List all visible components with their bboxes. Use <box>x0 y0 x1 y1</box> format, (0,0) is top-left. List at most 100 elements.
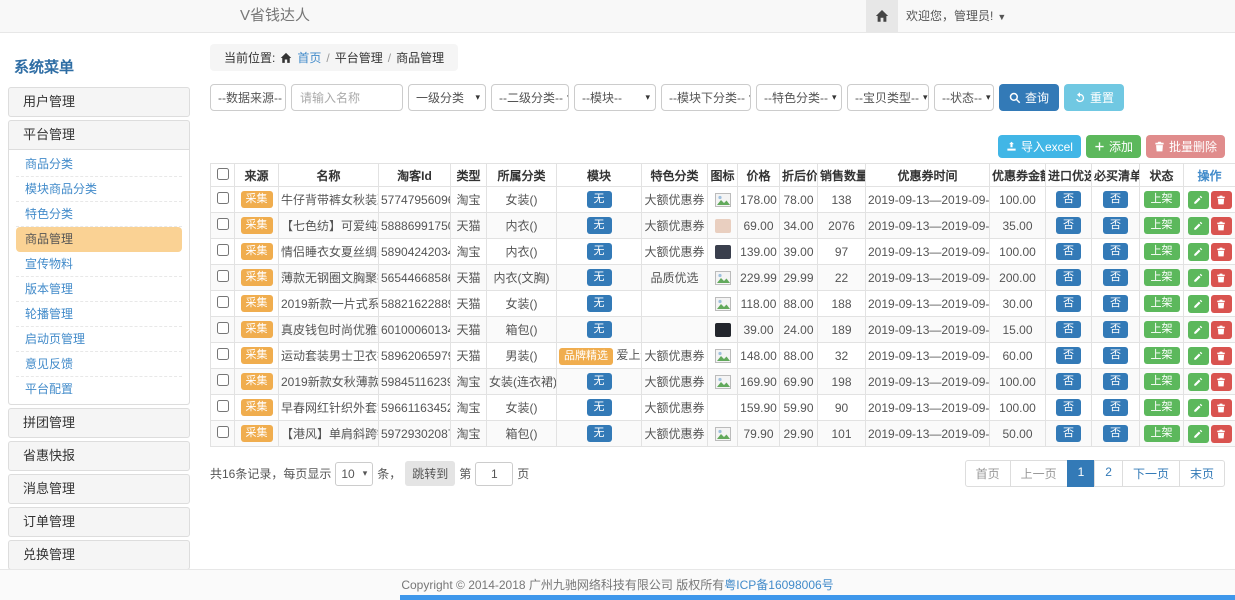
sidebar-group-header-2[interactable]: 拼团管理 <box>9 409 189 437</box>
delete-button[interactable] <box>1211 269 1232 287</box>
status-badge[interactable]: 上架 <box>1144 295 1180 313</box>
home-shortcut-button[interactable] <box>866 0 898 32</box>
import-select-toggle[interactable]: 否 <box>1056 425 1081 443</box>
delete-button[interactable] <box>1211 295 1232 313</box>
must-buy-toggle[interactable]: 否 <box>1103 295 1128 313</box>
must-buy-toggle[interactable]: 否 <box>1103 347 1128 365</box>
edit-button[interactable] <box>1188 295 1209 313</box>
delete-button[interactable] <box>1211 321 1232 339</box>
sidebar-group-header-4[interactable]: 消息管理 <box>9 475 189 503</box>
page-button-上一页[interactable]: 上一页 <box>1010 460 1068 487</box>
row-checkbox[interactable] <box>217 348 229 360</box>
row-checkbox[interactable] <box>217 322 229 334</box>
search-button[interactable]: 查询 <box>999 84 1059 111</box>
filter-select[interactable]: --特色分类--▾ <box>756 84 842 111</box>
filter-select[interactable]: --模块--▾ <box>574 84 656 111</box>
filter-select[interactable]: --宝贝类型--▾ <box>847 84 929 111</box>
filter-select[interactable]: --二级分类--▾ <box>491 84 569 111</box>
sidebar-item[interactable]: 平台配置 <box>16 377 182 402</box>
name-search-input[interactable] <box>291 84 403 111</box>
must-buy-toggle[interactable]: 否 <box>1103 217 1128 235</box>
page-button-下一页[interactable]: 下一页 <box>1122 460 1180 487</box>
edit-button[interactable] <box>1188 217 1209 235</box>
must-buy-toggle[interactable]: 否 <box>1103 373 1128 391</box>
jump-page-input[interactable] <box>475 462 513 486</box>
sidebar-group-header-6[interactable]: 兑换管理 <box>9 541 189 569</box>
add-button[interactable]: 添加 <box>1086 135 1141 158</box>
delete-button[interactable] <box>1211 217 1232 235</box>
row-checkbox[interactable] <box>217 192 229 204</box>
delete-button[interactable] <box>1211 373 1232 391</box>
import-select-toggle[interactable]: 否 <box>1056 191 1081 209</box>
delete-button[interactable] <box>1211 243 1232 261</box>
import-select-toggle[interactable]: 否 <box>1056 269 1081 287</box>
reset-button[interactable]: 重置 <box>1064 84 1124 111</box>
sidebar-item[interactable]: 模块商品分类 <box>16 177 182 202</box>
row-checkbox[interactable] <box>217 244 229 256</box>
page-button-1[interactable]: 1 <box>1067 460 1096 487</box>
sidebar-item[interactable]: 启动页管理 <box>16 327 182 352</box>
row-checkbox[interactable] <box>217 400 229 412</box>
import-select-toggle[interactable]: 否 <box>1056 321 1081 339</box>
jump-button[interactable]: 跳转到 <box>405 461 455 486</box>
filter-select[interactable]: 一级分类▾ <box>408 84 486 111</box>
per-page-select[interactable]: 10▾ <box>335 462 373 486</box>
status-badge[interactable]: 上架 <box>1144 347 1180 365</box>
must-buy-toggle[interactable]: 否 <box>1103 399 1128 417</box>
sidebar-item[interactable]: 意见反馈 <box>16 352 182 377</box>
edit-button[interactable] <box>1188 373 1209 391</box>
edit-button[interactable] <box>1188 269 1209 287</box>
filter-select[interactable]: --状态--▾ <box>934 84 994 111</box>
must-buy-toggle[interactable]: 否 <box>1103 425 1128 443</box>
edit-button[interactable] <box>1188 425 1209 443</box>
status-badge[interactable]: 上架 <box>1144 269 1180 287</box>
sidebar-group-header-0[interactable]: 用户管理 <box>9 88 189 116</box>
delete-button[interactable] <box>1211 347 1232 365</box>
filter-select[interactable]: --数据来源--▾ <box>210 84 286 111</box>
status-badge[interactable]: 上架 <box>1144 217 1180 235</box>
import-excel-button[interactable]: 导入excel <box>998 135 1081 158</box>
sidebar-item[interactable]: 特色分类 <box>16 202 182 227</box>
delete-button[interactable] <box>1211 399 1232 417</box>
import-select-toggle[interactable]: 否 <box>1056 243 1081 261</box>
page-button-首页[interactable]: 首页 <box>965 460 1011 487</box>
must-buy-toggle[interactable]: 否 <box>1103 191 1128 209</box>
delete-button[interactable] <box>1211 191 1232 209</box>
must-buy-toggle[interactable]: 否 <box>1103 243 1128 261</box>
sidebar-group-header-1[interactable]: 平台管理 <box>9 121 189 149</box>
row-checkbox[interactable] <box>217 426 229 438</box>
user-menu[interactable]: 欢迎您，管理员!▼ <box>906 0 1006 33</box>
icp-link[interactable]: 粤ICP备16098006号 <box>724 578 833 592</box>
edit-button[interactable] <box>1188 399 1209 417</box>
sidebar-item[interactable]: 宣传物料 <box>16 252 182 277</box>
edit-button[interactable] <box>1188 321 1209 339</box>
sidebar-item[interactable]: 商品分类 <box>16 152 182 177</box>
must-buy-toggle[interactable]: 否 <box>1103 321 1128 339</box>
status-badge[interactable]: 上架 <box>1144 399 1180 417</box>
sidebar-group-header-5[interactable]: 订单管理 <box>9 508 189 536</box>
sidebar-group-header-3[interactable]: 省惠快报 <box>9 442 189 470</box>
import-select-toggle[interactable]: 否 <box>1056 217 1081 235</box>
delete-button[interactable] <box>1211 425 1232 443</box>
page-button-末页[interactable]: 末页 <box>1179 460 1225 487</box>
row-checkbox[interactable] <box>217 296 229 308</box>
row-checkbox[interactable] <box>217 374 229 386</box>
filter-select[interactable]: --模块下分类--▾ <box>661 84 751 111</box>
sidebar-item[interactable]: 版本管理 <box>16 277 182 302</box>
import-select-toggle[interactable]: 否 <box>1056 399 1081 417</box>
status-badge[interactable]: 上架 <box>1144 425 1180 443</box>
breadcrumb-home-link[interactable]: 首页 <box>297 49 321 66</box>
batch-delete-button[interactable]: 批量删除 <box>1146 135 1225 158</box>
edit-button[interactable] <box>1188 243 1209 261</box>
must-buy-toggle[interactable]: 否 <box>1103 269 1128 287</box>
row-checkbox[interactable] <box>217 218 229 230</box>
edit-button[interactable] <box>1188 347 1209 365</box>
status-badge[interactable]: 上架 <box>1144 243 1180 261</box>
sidebar-item[interactable]: 商品管理 <box>16 227 182 252</box>
status-badge[interactable]: 上架 <box>1144 191 1180 209</box>
import-select-toggle[interactable]: 否 <box>1056 373 1081 391</box>
status-badge[interactable]: 上架 <box>1144 373 1180 391</box>
status-badge[interactable]: 上架 <box>1144 321 1180 339</box>
row-checkbox[interactable] <box>217 270 229 282</box>
page-button-2[interactable]: 2 <box>1094 460 1123 487</box>
